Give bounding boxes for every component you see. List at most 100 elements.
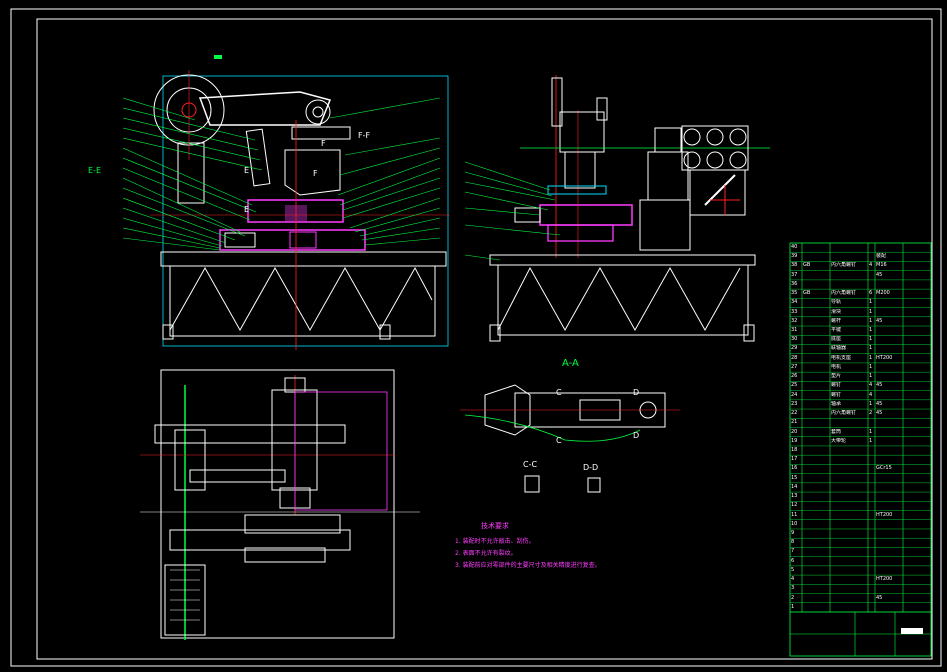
bom-cell: 1 [869, 373, 873, 380]
bom-cell: 1 [869, 363, 873, 370]
tech-notes-title: 技术要求 [481, 522, 509, 530]
bom-cell: 27 [791, 363, 798, 370]
bom-cell: HT200 [876, 511, 893, 518]
marker-f-2: F [313, 169, 318, 178]
bom-cell: 20 [791, 428, 798, 435]
bom-cell: 45 [876, 382, 883, 389]
cad-drawing-canvas [0, 0, 947, 672]
bom-cell: 螺杆 [831, 317, 842, 324]
section-dd-label: D-D [583, 463, 599, 472]
bom-cell: HT200 [876, 354, 893, 361]
bom-cell: 3 [791, 585, 795, 592]
bom-cell: 22 [791, 410, 798, 417]
bom-cell: 25 [791, 382, 798, 389]
bom-cell: 大带轮 [831, 437, 847, 444]
bom-cell: 1 [869, 299, 873, 306]
bom-cell: 4 [869, 382, 873, 389]
bom-cell: 底座 [831, 336, 842, 343]
tech-note-3: 3. 装配前应对零部件的主要尺寸及相关精度进行复查。 [455, 562, 601, 569]
bom-cell: 45 [876, 594, 883, 601]
bom-cell: 垫片 [831, 373, 842, 380]
marker-e-1: E [244, 166, 250, 175]
bom-cell: 1 [869, 400, 873, 407]
bom-cell: 轴承 [831, 400, 842, 407]
bom-cell: 9 [791, 529, 795, 536]
bom-cell: 31 [791, 327, 798, 334]
bom-cell: 2 [869, 410, 873, 417]
bom-cell: 1 [869, 354, 873, 361]
section-ff-label: F-F [358, 131, 371, 140]
bom-cell: 39 [791, 253, 798, 260]
bom-cell: GB [803, 290, 811, 297]
bom-cell: 6 [791, 557, 795, 564]
bom-cell: 33 [791, 308, 798, 315]
bom-cell: 内六角螺钉 [831, 290, 857, 297]
bom-cell: 滑块 [831, 308, 842, 315]
bom-cell: 45 [876, 271, 883, 278]
bom-cell: 7 [791, 548, 795, 555]
bom-cell: 内六角螺钉 [831, 410, 857, 417]
bom-cell: 40 [791, 244, 798, 250]
section-cc-label: C-C [523, 460, 538, 469]
bom-cell: 23 [791, 400, 798, 407]
marker-e-2: E [244, 205, 250, 214]
bom-cell: 18 [791, 446, 798, 453]
bom-cell: 45 [876, 400, 883, 407]
bom-cell: 16 [791, 465, 798, 472]
bom-cell: 14 [791, 483, 798, 490]
marker-d-1: D [633, 388, 640, 397]
tech-note-1: 1. 装配时不允许敲击、刮伤。 [455, 538, 535, 545]
bom-cell: 45 [876, 410, 883, 417]
bom-cell: 36 [791, 280, 798, 287]
bom-cell: M16 [876, 262, 887, 269]
marker-f-1: F [321, 139, 326, 148]
bom-cell: 38 [791, 262, 798, 269]
bom-cell: 1 [869, 428, 873, 435]
bom-cell: 34 [791, 299, 798, 306]
marker-d-2: D [633, 431, 640, 440]
bom-cell: GB [803, 262, 811, 269]
bom-cell: 17 [791, 456, 798, 463]
bom-cell: 装配 [876, 253, 887, 260]
bom-cell: 13 [791, 493, 798, 500]
bom-cell: 12 [791, 502, 798, 509]
bom-cell: 29 [791, 345, 798, 352]
bom-cell: 1 [869, 308, 873, 315]
bom-cell: 10 [791, 520, 798, 527]
bom-cell: 11 [791, 511, 798, 518]
bom-cell: GCr15 [876, 465, 892, 472]
bom-cell: 24 [791, 391, 798, 398]
bom-cell: M200 [876, 290, 890, 297]
bom-cell: 45 [876, 317, 883, 324]
bom-cell: HT200 [876, 576, 893, 583]
bom-cell: 4 [869, 262, 873, 269]
bom-cell: 1 [791, 603, 795, 610]
bom-cell: 导轨 [831, 299, 842, 306]
bom-cell: 5 [791, 566, 795, 573]
bom-cell: 21 [791, 419, 798, 426]
bom-cell: 6 [869, 290, 873, 297]
bom-cell: 联轴器 [831, 345, 847, 352]
marker-c-2: C [556, 436, 562, 445]
bom-cell: 1 [869, 345, 873, 352]
bom-cell: 平键 [831, 327, 842, 334]
bom-cell: 螺钉 [831, 391, 842, 398]
bom-cell: 1 [869, 327, 873, 334]
bom-cell: 套筒 [831, 428, 842, 435]
bom-cell: 8 [791, 539, 795, 546]
bom-cell: 螺钉 [831, 382, 842, 389]
bom-cell: 4 [869, 391, 873, 398]
bom-cell: 15 [791, 474, 798, 481]
bom-cell: 2 [791, 594, 795, 601]
bom-cell: 电机 [831, 363, 842, 370]
section-ee-label: E-E [88, 166, 101, 175]
bom-cell: 35 [791, 290, 798, 297]
bom-cell: 1 [869, 336, 873, 343]
bom-cell: 32 [791, 317, 798, 324]
marker-c-1: C [556, 388, 562, 397]
section-aa-label: A-A [562, 358, 579, 369]
bom-cell: 内六角螺钉 [831, 262, 857, 269]
bom-cell: 30 [791, 336, 798, 343]
bom-cell: 电机支座 [831, 354, 852, 361]
bom-cell: 19 [791, 437, 798, 444]
